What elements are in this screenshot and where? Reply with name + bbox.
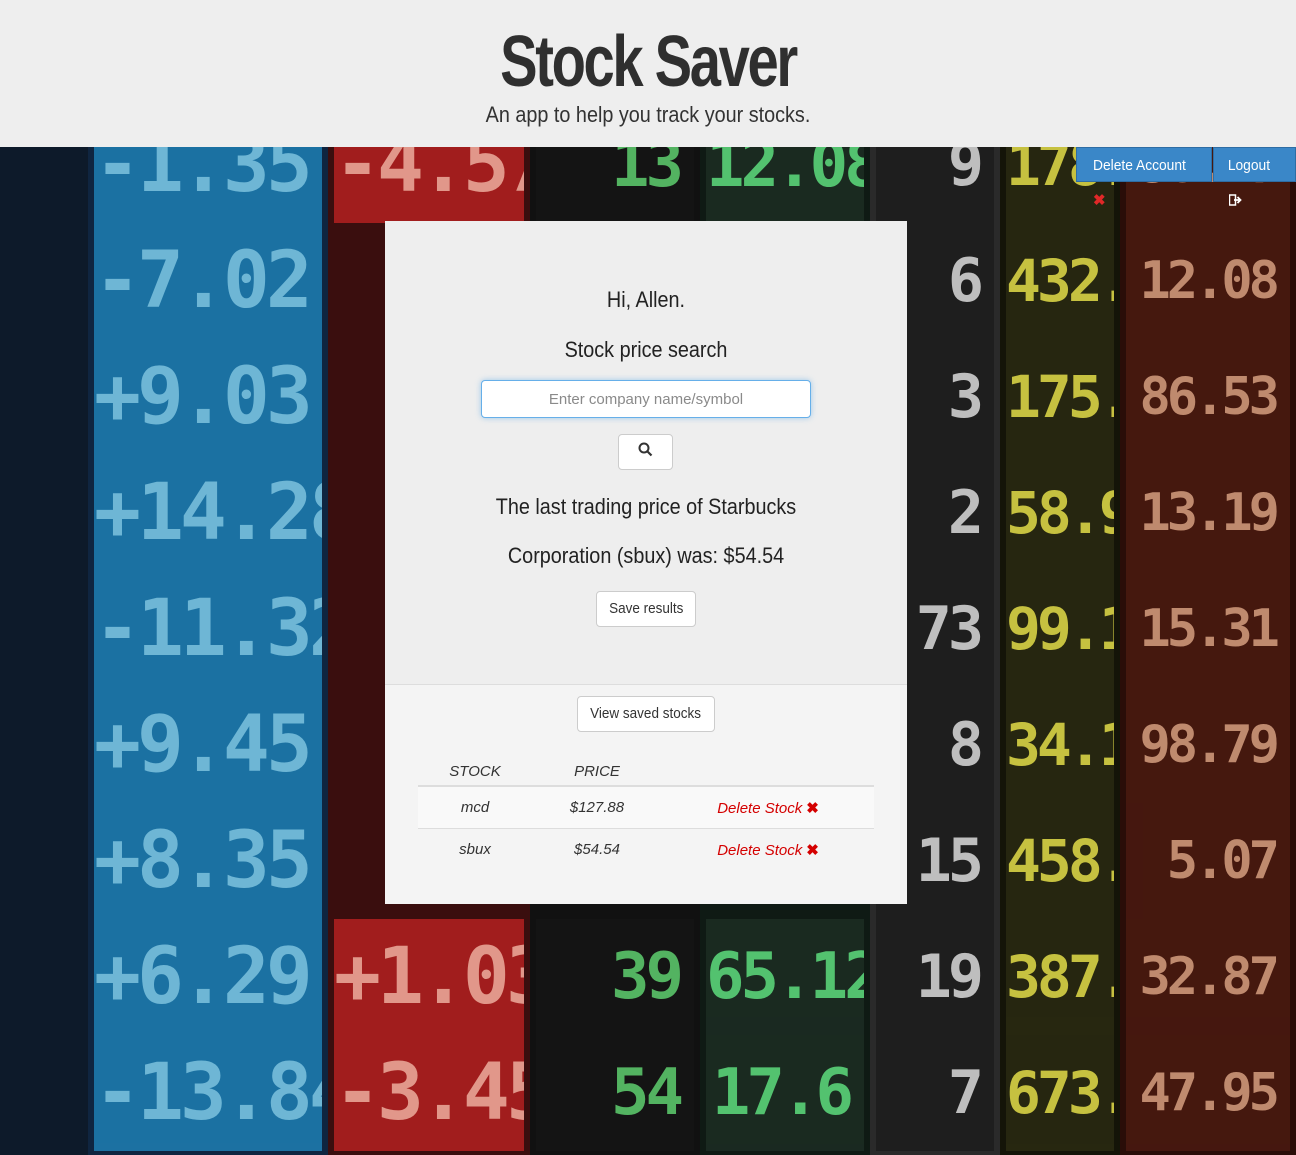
table-row: mcd $127.88 Delete Stock ✖ <box>418 787 874 829</box>
board-cell: -7.02 <box>94 223 322 339</box>
logout-icon <box>1228 192 1242 209</box>
board-cell: 19 <box>876 919 994 1035</box>
board-edge-column <box>0 147 88 1155</box>
close-icon: ✖ <box>1093 192 1106 209</box>
delete-account-button[interactable]: Delete Account ✖ <box>1076 147 1212 209</box>
board-cell: -4.57 <box>334 147 524 223</box>
board-cell: +6.29 <box>94 919 322 1035</box>
board-column: 90.1712.0886.5313.1915.3198.795.0732.874… <box>1120 147 1296 1155</box>
stock-price: $54.54 <box>574 841 620 858</box>
search-icon <box>638 442 653 462</box>
result-text-line-1: The last trading price of Starbucks <box>495 494 797 519</box>
greeting-text: Hi, Allen. <box>606 287 686 312</box>
board-cell: 458.04 <box>1006 803 1114 919</box>
save-results-label: Save results <box>608 600 684 617</box>
board-cell: 17.6 <box>706 1035 864 1151</box>
board-cell: 12.08 <box>706 147 864 223</box>
board-cell: 673.54 <box>1006 1035 1114 1151</box>
board-cell: +14.28 <box>94 455 322 571</box>
board-cell: 86.53 <box>1126 339 1290 455</box>
board-cell: 65.12 <box>706 919 864 1035</box>
board-cell: 13 <box>536 147 694 223</box>
board-cell: 34.18 <box>1006 687 1114 803</box>
stock-symbol: sbux <box>459 841 491 858</box>
saved-stocks-section: View saved stocks STOCK PRICE mcd $127.8… <box>385 684 907 904</box>
board-cell: +9.03 <box>94 339 322 455</box>
table-row: sbux $54.54 Delete Stock ✖ <box>418 829 874 871</box>
saved-stocks-table: STOCK PRICE mcd $127.88 Delete Stock ✖ sb… <box>418 755 874 871</box>
column-header-price: PRICE <box>574 763 620 780</box>
board-cell: 13.19 <box>1126 455 1290 571</box>
delete-stock-link[interactable]: Delete Stock ✖ <box>662 841 874 859</box>
board-cell: -13.84 <box>94 1035 322 1151</box>
board-cell: +9.45 <box>94 687 322 803</box>
board-cell: 98.79 <box>1126 687 1290 803</box>
logout-button[interactable]: Logout <box>1213 147 1296 206</box>
save-results-button[interactable]: Save results <box>596 591 696 627</box>
search-title: Stock price search <box>564 337 728 362</box>
view-saved-stocks-label: View saved stocks <box>590 705 702 722</box>
board-cell: 175.95 <box>1006 339 1114 455</box>
delete-stock-label: Delete Stock <box>717 842 803 859</box>
board-cell: 7 <box>876 1035 994 1151</box>
stock-price: $127.88 <box>569 799 625 816</box>
board-column: -1.35-7.02+9.03+14.28-11.32+9.45+8.35+6.… <box>88 147 328 1155</box>
app-title: Stock Saver <box>500 22 798 102</box>
board-cell: 32.87 <box>1126 919 1290 1035</box>
board-cell: +8.35 <box>94 803 322 919</box>
delete-account-label: Delete Account <box>1093 157 1186 174</box>
stock-search-input[interactable] <box>481 380 811 418</box>
board-cell: -1.35 <box>94 147 322 223</box>
board-column: 178.95432.16175.9558.9299.1634.18458.043… <box>1000 147 1120 1155</box>
table-header: STOCK PRICE <box>418 755 874 787</box>
app-subtitle: An app to help you track your stocks. <box>485 102 811 127</box>
search-button[interactable] <box>618 434 673 470</box>
board-cell: 387.32 <box>1006 919 1114 1035</box>
delete-stock-link[interactable]: Delete Stock ✖ <box>662 799 874 817</box>
logout-label: Logout <box>1227 157 1271 174</box>
stock-symbol: mcd <box>460 799 490 816</box>
board-cell: +1.03 <box>334 919 524 1035</box>
result-text-line-2: Corporation (sbux) was: $54.54 <box>507 543 785 568</box>
board-cell: 5.07 <box>1126 803 1290 919</box>
board-cell: 39 <box>536 919 694 1035</box>
board-cell: 15.31 <box>1126 571 1290 687</box>
stock-search-card: Hi, Allen. Stock price search The last t… <box>385 221 907 904</box>
board-cell: 9 <box>876 147 994 223</box>
delete-stock-label: Delete Stock <box>717 800 803 817</box>
app-header: Stock Saver An app to help you track you… <box>0 0 1296 147</box>
board-cell: -3.45 <box>334 1035 524 1151</box>
board-cell: 99.16 <box>1006 571 1114 687</box>
board-cell: 54 <box>536 1035 694 1151</box>
board-cell: -11.32 <box>94 571 322 687</box>
board-cell: 432.16 <box>1006 223 1114 339</box>
close-icon: ✖ <box>806 800 819 817</box>
close-icon: ✖ <box>806 842 819 859</box>
board-cell: 12.08 <box>1126 223 1290 339</box>
column-header-stock: STOCK <box>449 763 501 780</box>
view-saved-stocks-button[interactable]: View saved stocks <box>577 696 715 732</box>
board-cell: 58.92 <box>1006 455 1114 571</box>
board-cell: 47.95 <box>1126 1035 1290 1151</box>
